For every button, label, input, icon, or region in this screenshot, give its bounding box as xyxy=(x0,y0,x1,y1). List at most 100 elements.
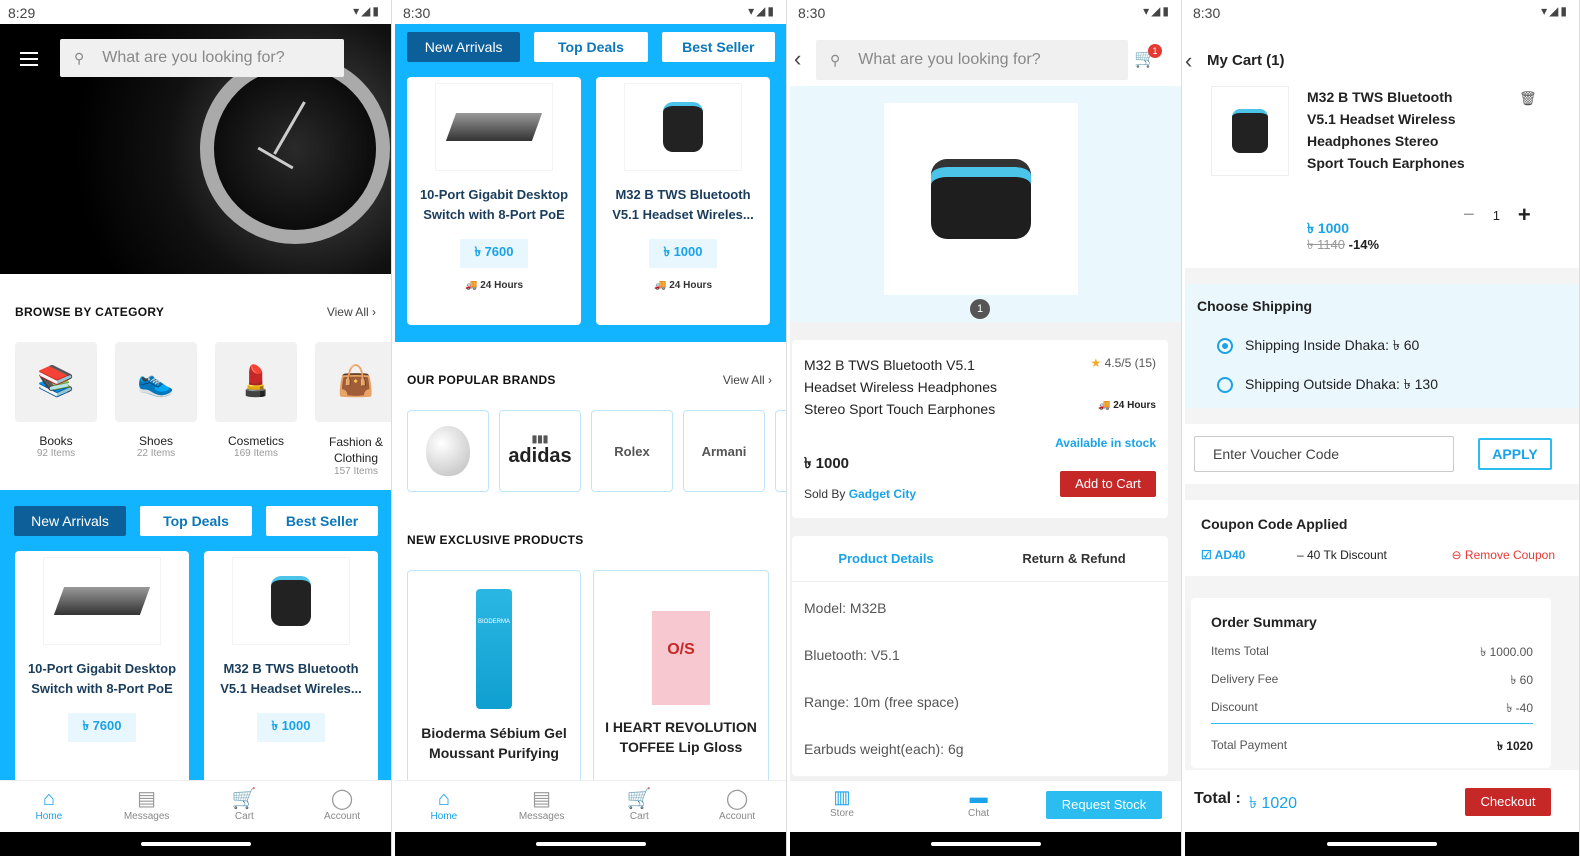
search-input[interactable]: ⚲ What are you looking for? xyxy=(816,40,1128,80)
cart-item-section: ‹ My Cart (1) M32 B TWS Bluetooth V5.1 H… xyxy=(1185,24,1579,268)
nav-messages[interactable]: ▤ Messages xyxy=(493,781,591,832)
category-cosmetics[interactable]: 💄 Cosmetics 169 Items xyxy=(215,342,297,477)
tab-new-arrivals[interactable]: New Arrivals xyxy=(14,506,126,536)
brand-apple[interactable] xyxy=(407,410,489,492)
nav-cart[interactable]: 🛒 Cart xyxy=(591,781,689,832)
minus-icon[interactable]: − xyxy=(1463,204,1475,227)
product-tabs-section: New Arrivals Top Deals Best Seller 10-Po… xyxy=(0,490,391,791)
radio-selected-icon xyxy=(1217,338,1233,354)
popular-brands-heading: OUR POPULAR BRANDS xyxy=(407,373,556,387)
switch-image xyxy=(435,83,553,171)
brand-rolex[interactable]: Rolex xyxy=(591,410,673,492)
product-tabs-section: New Arrivals Top Deals Best Seller 10-Po… xyxy=(395,24,786,342)
star-icon: ★ xyxy=(1090,356,1102,370)
product-card[interactable]: M32 B TWS Bluetooth V5.1 Headset Wireles… xyxy=(204,551,378,791)
back-icon[interactable]: ‹ xyxy=(794,46,801,72)
view-all-brands-link[interactable]: View All › xyxy=(723,373,772,387)
view-all-categories-link[interactable]: View All › xyxy=(327,305,376,319)
request-stock-button[interactable]: Request Stock xyxy=(1046,791,1162,819)
product-info-card: M32 B TWS Bluetooth V5.1 Headset Wireles… xyxy=(792,340,1168,518)
trash-icon[interactable]: 🗑 xyxy=(1519,90,1537,107)
product-detail-screen: 8:30 ▾◢▮ ‹ ⚲ What are you looking for? 🛒 1… xyxy=(790,0,1182,856)
stock-status: Available in stock xyxy=(1055,436,1156,450)
summary-row: Items Total ৳ 1000.00 xyxy=(1211,644,1533,659)
menu-icon[interactable] xyxy=(20,52,38,66)
nav-cart[interactable]: 🛒 Cart xyxy=(196,781,294,832)
summary-divider xyxy=(1211,723,1533,724)
system-nav-bar xyxy=(790,832,1181,856)
coupon-section: Coupon Code Applied ☑ AD40 – 40 Tk Disco… xyxy=(1185,500,1579,576)
category-books[interactable]: 📚 Books 92 Items xyxy=(15,342,97,477)
account-icon: ◯ xyxy=(330,788,354,810)
plus-icon[interactable]: + xyxy=(1518,202,1531,228)
exclusive-product-card[interactable]: O/S I HEART REVOLUTION TOFFEE Lip Gloss xyxy=(593,570,769,790)
nav-chat[interactable]: ▬ Chat xyxy=(968,787,989,819)
home-icon: ⌂ xyxy=(42,788,55,810)
product-card[interactable]: M32 B TWS Bluetooth V5.1 Headset Wireles… xyxy=(596,77,770,325)
category-shoes[interactable]: 👟 Shoes 22 Items xyxy=(115,342,197,477)
cosmetics-icon: 💄 xyxy=(215,342,297,422)
total-label: Total : xyxy=(1194,790,1241,807)
brand-adidas[interactable]: ▮▮▮ adidas xyxy=(499,410,581,492)
nav-home[interactable]: ⌂ Home xyxy=(0,781,98,832)
watch-image xyxy=(200,54,390,244)
tab-best-seller[interactable]: Best Seller xyxy=(661,32,775,62)
exclusive-product-card[interactable]: BIODERMA Bioderma Sébium Gel Moussant Pu… xyxy=(407,570,581,790)
checkout-button[interactable]: Checkout xyxy=(1465,788,1551,816)
product-card[interactable]: 10-Port Gigabit Desktop Switch with 8-Po… xyxy=(407,77,581,325)
nav-home[interactable]: ⌂ Home xyxy=(395,781,493,832)
voucher-input[interactable]: Enter Voucher Code xyxy=(1194,436,1454,472)
order-summary: Order Summary Items Total ৳ 1000.00 Deliv… xyxy=(1191,598,1551,768)
remove-coupon-link[interactable]: ⊖ Remove Coupon xyxy=(1452,548,1555,562)
nav-store[interactable]: ▥ Store xyxy=(830,787,854,819)
tab-top-deals[interactable]: Top Deals xyxy=(140,506,252,536)
shipping-section: Choose Shipping Shipping Inside Dhaka: ৳… xyxy=(1185,284,1579,408)
shipping-outside-option[interactable]: Shipping Outside Dhaka: ৳ 130 xyxy=(1217,373,1438,397)
shipping-inside-option[interactable]: Shipping Inside Dhaka: ৳ 60 xyxy=(1217,334,1419,358)
bottom-nav: ▥ Store ▬ Chat Request Stock xyxy=(790,780,1181,832)
search-input[interactable]: ⚲ What are you looking for? xyxy=(60,39,344,77)
product-card[interactable]: 10-Port Gigabit Desktop Switch with 8-Po… xyxy=(15,551,189,791)
tab-new-arrivals[interactable]: New Arrivals xyxy=(407,32,521,62)
nav-account[interactable]: ◯ Account xyxy=(293,781,391,832)
truck-icon: 🚚 xyxy=(653,280,667,291)
brand-more[interactable] xyxy=(775,410,786,492)
tab-best-seller[interactable]: Best Seller xyxy=(266,506,378,536)
back-icon[interactable]: ‹ xyxy=(1185,48,1192,74)
price-block: ৳ 1140 -14% xyxy=(1307,236,1379,257)
store-icon: ▥ xyxy=(833,787,851,807)
radio-empty-icon xyxy=(1217,377,1233,393)
cart-icon: 🛒 xyxy=(231,788,257,810)
tab-return-refund[interactable]: Return & Refund xyxy=(980,536,1168,581)
exclusive-products-heading: NEW EXCLUSIVE PRODUCTS xyxy=(407,533,584,547)
earbuds-image[interactable] xyxy=(884,103,1078,295)
cart-item-image[interactable] xyxy=(1211,86,1289,176)
product-name: M32 B TWS Bluetooth V5.1 Headset Wireles… xyxy=(804,357,997,417)
voucher-section: Enter Voucher Code APPLY xyxy=(1185,424,1579,484)
quantity-value: 1 xyxy=(1492,207,1500,223)
cart-badge: 1 xyxy=(1148,44,1162,58)
apply-button[interactable]: APPLY xyxy=(1478,438,1552,470)
hero-banner[interactable]: ⚲ What are you looking for? xyxy=(0,24,391,274)
status-bar: 8:30 ▾◢▮ xyxy=(790,0,1181,24)
product-price: ৳ 1000 xyxy=(804,455,850,472)
coupon-applied-heading: Coupon Code Applied xyxy=(1201,516,1348,532)
nav-messages[interactable]: ▤ Messages xyxy=(98,781,196,832)
category-fashion[interactable]: 👜 Fashion & Clothing 157 Items xyxy=(315,342,391,477)
seller-info: Sold By Gadget City xyxy=(804,487,917,501)
cart-icon: 🛒 xyxy=(626,788,652,810)
seller-link[interactable]: Gadget City xyxy=(849,487,916,501)
rating: ★ 4.5/5 (15) xyxy=(1090,356,1156,370)
cart-item-name: M32 B TWS Bluetooth V5.1 Headset Wireles… xyxy=(1307,89,1465,171)
brand-armani[interactable]: Armani xyxy=(683,410,765,492)
add-to-cart-button[interactable]: Add to Cart xyxy=(1060,471,1156,497)
coupon-code: ☑ AD40 xyxy=(1201,548,1246,562)
tab-product-details[interactable]: Product Details xyxy=(792,536,980,581)
apple-logo-icon xyxy=(426,426,470,476)
cart-screen: 8:30 ▾◢▮ ‹ My Cart (1) M32 B TWS Bluetoot… xyxy=(1185,0,1580,856)
tab-top-deals[interactable]: Top Deals xyxy=(534,32,648,62)
nav-account[interactable]: ◯ Account xyxy=(688,781,786,832)
home-scrolled-screen: 8:30 ▾◢▮ New Arrivals Top Deals Best Sell… xyxy=(395,0,787,856)
total-payment-row: Total Payment ৳ 1020 xyxy=(1211,738,1533,753)
image-pager[interactable]: 1 xyxy=(970,299,990,319)
